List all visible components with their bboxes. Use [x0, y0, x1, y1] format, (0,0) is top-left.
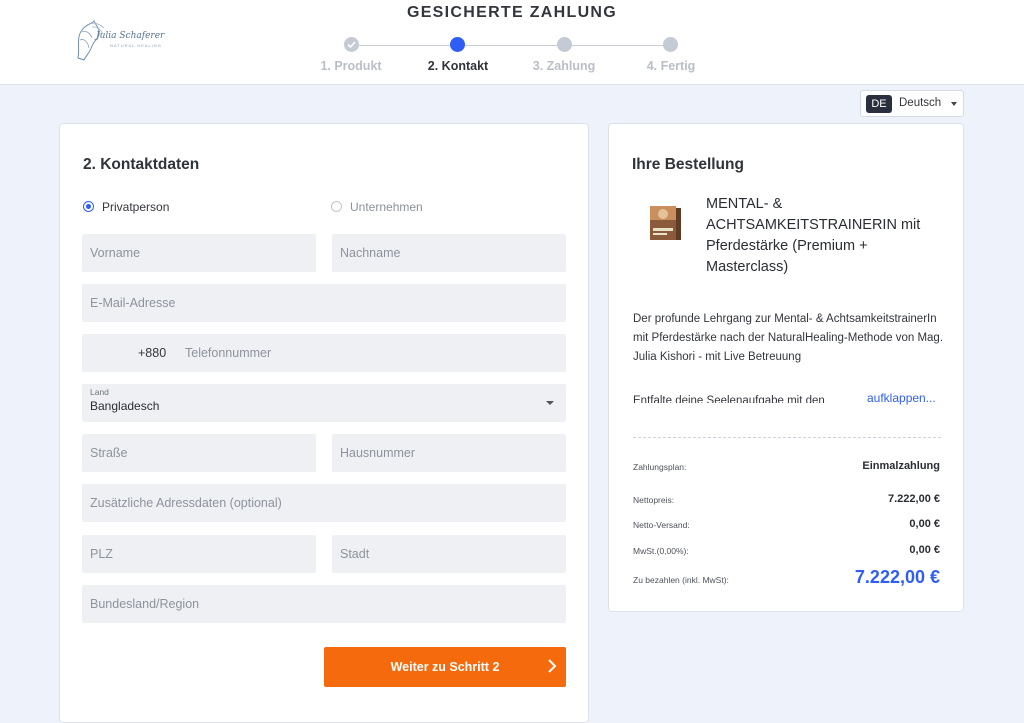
checkout-stepper: 1. Produkt 2. Kontakt 3. Zahlung 4. Fert… [300, 36, 720, 76]
logo-name: Julia Schaferer [96, 31, 165, 41]
country-value: Bangladesch [90, 399, 160, 413]
region-input[interactable] [82, 585, 566, 623]
zip-input[interactable] [82, 535, 316, 573]
phone-country-prefix[interactable]: +880 [138, 346, 166, 360]
street-input[interactable] [82, 434, 316, 472]
chevron-right-icon [548, 659, 557, 673]
phone-field: +880 [82, 334, 566, 372]
step-1-label[interactable]: 1. Produkt [320, 59, 381, 73]
radio-checked-icon [83, 201, 94, 212]
product-description-truncated: Entfalte deine Seelenaufgabe mit den [633, 395, 825, 403]
next-step-button[interactable]: Weiter zu Schritt 2 [324, 647, 566, 687]
total-value: 7.222,00 € [854, 567, 940, 587]
product-image [647, 202, 682, 247]
step-connector [571, 45, 669, 46]
net-price-label: Nettopreis: [633, 495, 675, 505]
header: Julia Schaferer NATURAL HEALING GESICHER… [0, 0, 1024, 85]
house-number-input[interactable] [332, 434, 566, 472]
step-1-done-icon[interactable] [344, 37, 359, 52]
radio-unternehmen-label: Unternehmen [350, 200, 423, 214]
vat-value: 0,00 € [909, 544, 940, 556]
last-name-input[interactable] [332, 234, 566, 272]
net-shipping-label: Netto-Versand: [633, 520, 690, 530]
contact-form-card: 2. Kontaktdaten Privatperson Unternehmen… [59, 123, 589, 723]
order-summary-card: Ihre Bestellung MENTAL- & ACHTSAMKEITSTR… [608, 123, 964, 612]
payment-plan-label: Zahlungsplan: [633, 462, 687, 472]
divider [633, 437, 941, 438]
net-shipping-value: 0,00 € [909, 518, 940, 530]
step-2-label: 2. Kontakt [427, 59, 489, 73]
caret-down-icon [546, 401, 554, 405]
net-price-value: 7.222,00 € [888, 493, 940, 505]
logo-tagline: NATURAL HEALING [110, 43, 162, 48]
page-title: GESICHERTE ZAHLUNG [406, 4, 618, 21]
next-step-label: Weiter zu Schritt 2 [390, 660, 500, 674]
step-3-dot [557, 37, 572, 52]
country-label: Land [90, 387, 109, 397]
caret-down-icon [951, 102, 957, 106]
product-box-icon [650, 206, 681, 240]
city-input[interactable] [332, 535, 566, 573]
step-3-label: 3. Zahlung [532, 59, 596, 73]
language-selector[interactable]: DE Deutsch [860, 90, 964, 117]
phone-input[interactable] [177, 334, 557, 372]
first-name-input[interactable] [82, 234, 316, 272]
step-connector [359, 45, 457, 46]
step-connector [465, 45, 563, 46]
expand-description-link[interactable]: aufklappen... [867, 391, 936, 405]
language-name: Deutsch [899, 97, 942, 109]
form-title: 2. Kontaktdaten [83, 156, 200, 173]
order-title: Ihre Bestellung [632, 156, 744, 173]
brand-logo[interactable]: Julia Schaferer NATURAL HEALING [70, 18, 165, 63]
radio-privatperson-label: Privatperson [102, 200, 170, 214]
email-input[interactable] [82, 284, 566, 322]
step-4-dot [663, 37, 678, 52]
payment-plan-value: Einmalzahlung [862, 460, 940, 472]
step-2-active-dot [450, 37, 465, 52]
radio-unchecked-icon [331, 201, 342, 212]
step-4-label: 4. Fertig [646, 59, 696, 73]
language-code-badge: DE [866, 95, 892, 113]
vat-label: MwSt.(0,00%): [633, 546, 689, 556]
product-name: MENTAL- & ACHTSAMKEITSTRAINERIN mit Pfer… [706, 196, 921, 275]
total-label: Zu bezahlen (inkl. MwSt): [633, 575, 729, 585]
country-select[interactable]: Land Bangladesch [82, 384, 566, 422]
address-extra-input[interactable] [82, 484, 566, 522]
product-description: Der profunde Lehrgang zur Mental- & Acht… [633, 313, 944, 363]
